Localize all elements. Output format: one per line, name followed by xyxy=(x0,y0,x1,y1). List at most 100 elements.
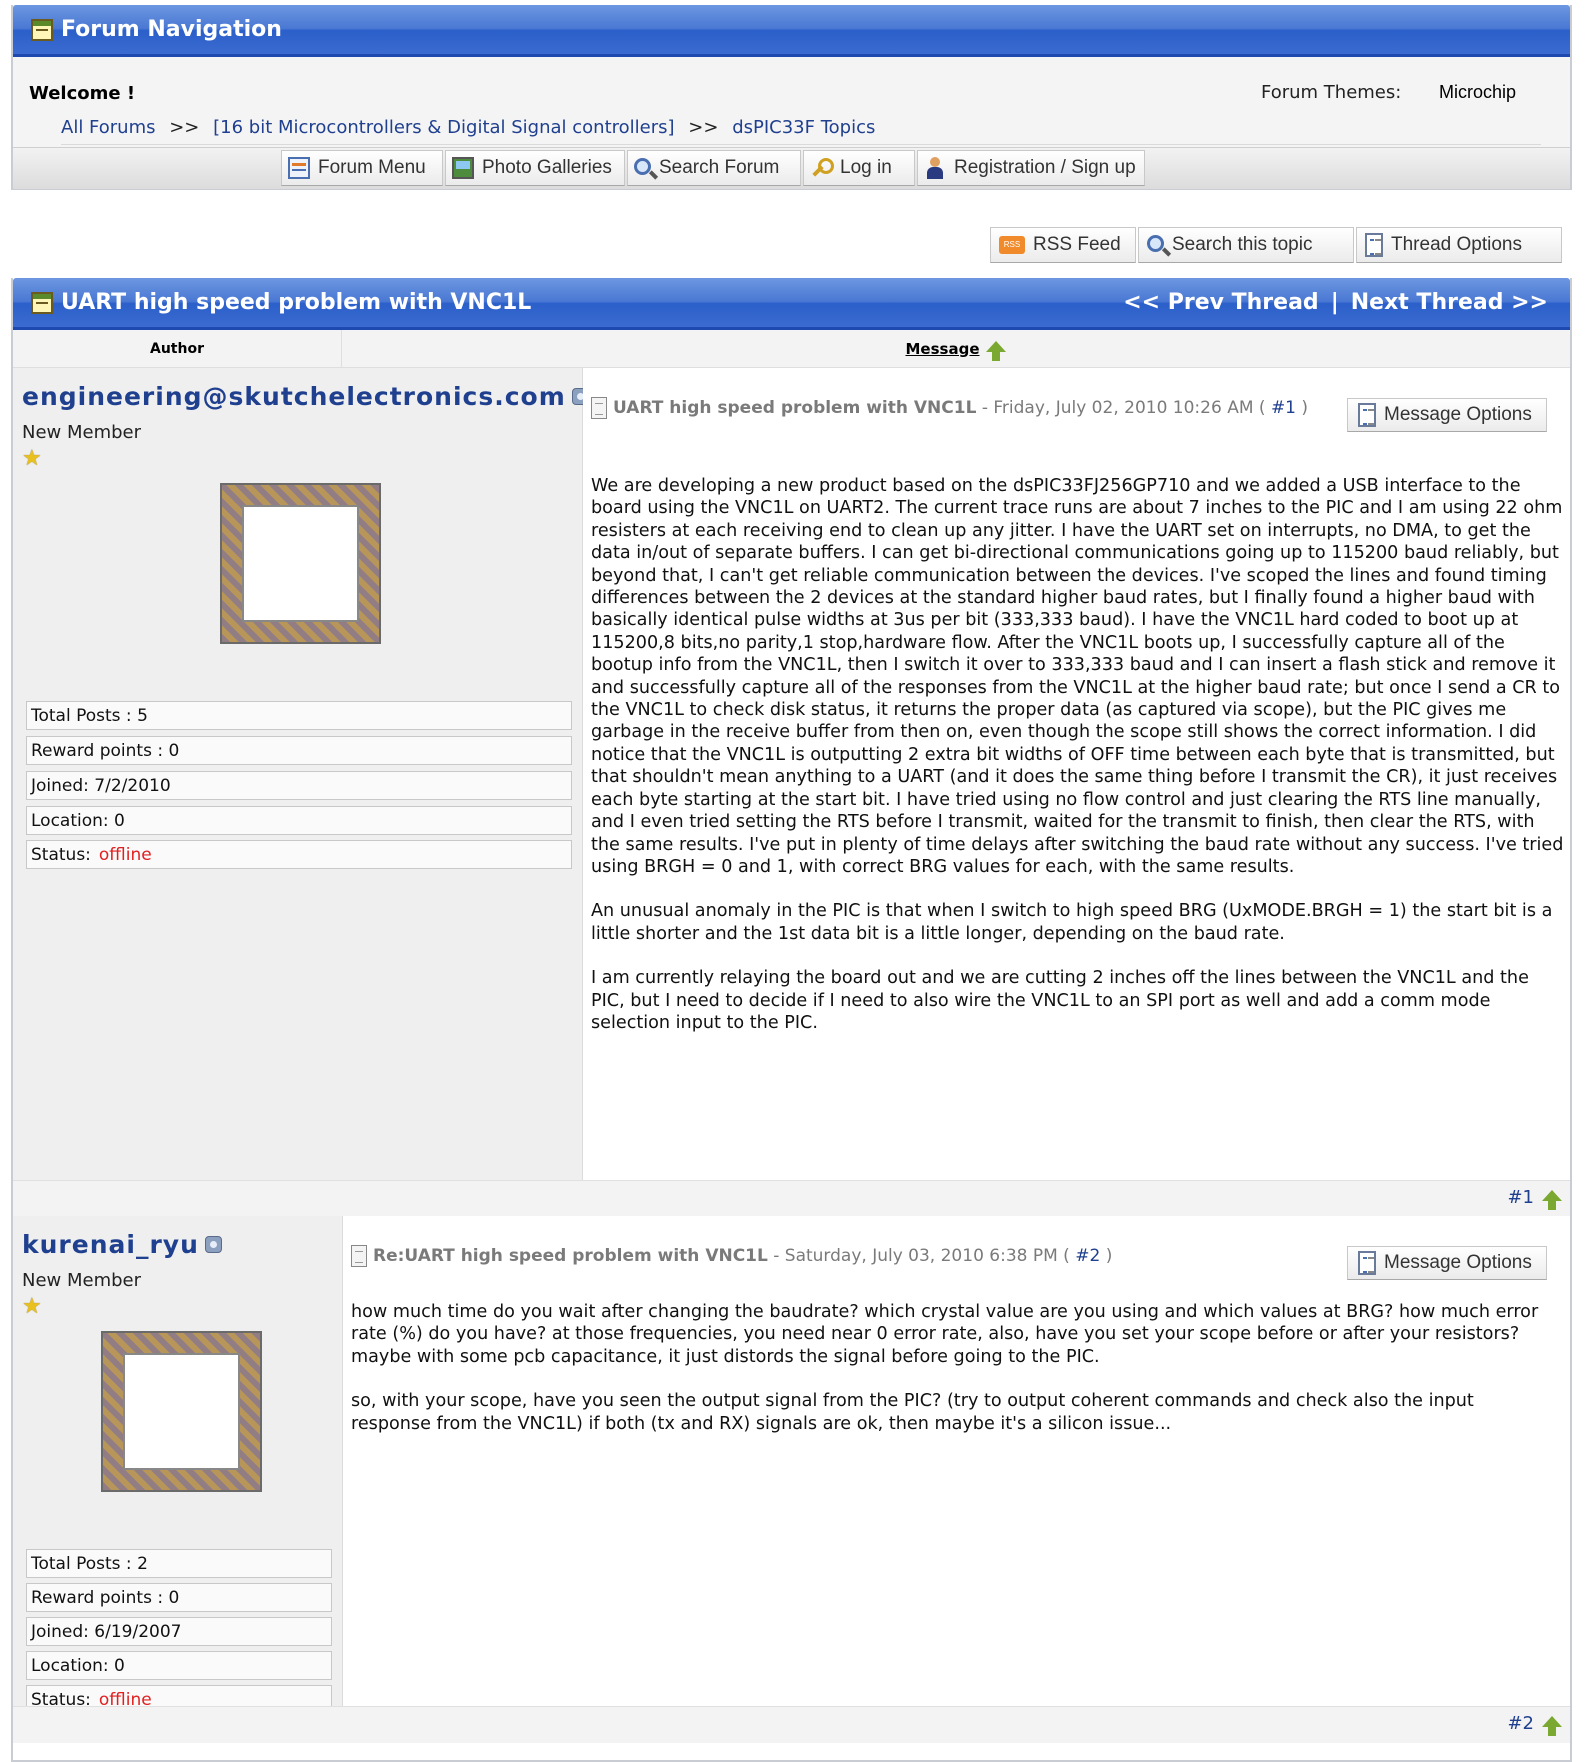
post-paragraph: We are developing a new product based on… xyxy=(591,476,1564,877)
rss-feed-label: RSS Feed xyxy=(1033,234,1121,255)
column-header: Author Message xyxy=(13,330,1570,368)
thread-titlebar: UART high speed problem with VNC1L << Pr… xyxy=(13,278,1570,330)
post-number-link[interactable]: #2 xyxy=(1075,1246,1100,1266)
message-options-label: Message Options xyxy=(1384,404,1532,425)
search-topic-button[interactable]: Search this topic xyxy=(1138,227,1354,263)
notepad-icon xyxy=(31,291,53,314)
star-icon: ★ xyxy=(22,446,42,471)
forum-navigation-panel: Forum Navigation Welcome ! Forum Themes:… xyxy=(11,5,1572,190)
breadcrumb-separator: >> xyxy=(169,117,200,138)
location: Location: 0 xyxy=(26,806,572,835)
status-offline: offline xyxy=(98,844,152,865)
reward-points: Reward points : 0 xyxy=(26,1583,332,1612)
notepad-icon xyxy=(31,18,53,41)
joined-date: Joined: 7/2/2010 xyxy=(26,771,572,800)
post-paragraph: An unusual anomaly in the PIC is that wh… xyxy=(591,901,1553,944)
forum-themes-label: Forum Themes: xyxy=(1261,82,1402,103)
avatar xyxy=(103,1333,260,1490)
post-date: - Saturday, July 03, 2010 6:38 PM ( xyxy=(767,1246,1076,1266)
author-name[interactable]: engineering@skutchelectronics.com xyxy=(22,382,589,411)
author-rank: New Member xyxy=(22,1270,142,1291)
post-subject: UART high speed problem with VNC1L xyxy=(613,398,977,418)
author-name[interactable]: kurenai_ryu xyxy=(22,1230,222,1259)
welcome-text: Welcome ! xyxy=(29,83,136,104)
forum-menu-label: Forum Menu xyxy=(318,157,426,178)
reward-points: Reward points : 0 xyxy=(26,736,572,765)
thread-navigation: << Prev Thread | Next Thread >> xyxy=(1117,290,1554,315)
breadcrumb-category[interactable]: [16 bit Microcontrollers & Digital Signa… xyxy=(213,117,674,138)
post-header: Re:UART high speed problem with VNC1L - … xyxy=(351,1244,1251,1268)
welcome-row: Welcome ! Forum Themes: Microchip xyxy=(13,57,1570,117)
post-header-close: ) xyxy=(1296,398,1309,418)
rss-icon: RSS xyxy=(999,236,1025,254)
author-name-text[interactable]: kurenai_ryu xyxy=(22,1230,199,1259)
search-forum-button[interactable]: Search Forum xyxy=(627,150,801,186)
thread-options-button[interactable]: Thread Options xyxy=(1356,227,1562,263)
rss-feed-button[interactable]: RSS RSS Feed xyxy=(990,227,1136,263)
breadcrumb-all-forums[interactable]: All Forums xyxy=(61,117,155,138)
post-footer-link[interactable]: #1 xyxy=(1507,1187,1562,1210)
thread-title: UART high speed problem with VNC1L xyxy=(61,290,532,315)
location: Location: 0 xyxy=(26,1651,332,1680)
post-header-close: ) xyxy=(1100,1246,1113,1266)
search-forum-label: Search Forum xyxy=(659,157,780,178)
photo-galleries-label: Photo Galleries xyxy=(482,157,612,178)
post-footer-link[interactable]: #2 xyxy=(1507,1713,1562,1736)
photo-gallery-icon xyxy=(452,157,474,179)
post-paragraph: I am currently relaying the board out an… xyxy=(591,968,1529,1033)
post-footer: #2 xyxy=(13,1706,1570,1743)
forum-menu-icon xyxy=(288,157,310,179)
post-author-panel: engineering@skutchelectronics.com New Me… xyxy=(13,368,589,1180)
breadcrumb-separator: >> xyxy=(688,117,719,138)
key-icon xyxy=(810,157,834,179)
up-arrow-icon xyxy=(985,341,1006,361)
status-indicator-icon xyxy=(204,1236,222,1253)
log-in-label: Log in xyxy=(840,157,892,178)
author-rank: New Member xyxy=(22,422,142,443)
message-column-header[interactable]: Message xyxy=(341,330,1570,367)
user-icon xyxy=(924,157,946,179)
post-subject: Re:UART high speed problem with VNC1L xyxy=(373,1246,768,1266)
up-arrow-icon[interactable] xyxy=(1542,1716,1562,1736)
post-number-link[interactable]: #1 xyxy=(1271,398,1296,418)
post-text: how much time do you wait after changing… xyxy=(351,1301,1551,1457)
thread-nav-divider: | xyxy=(1330,290,1339,315)
search-icon xyxy=(634,157,651,175)
joined-date: Joined: 6/19/2007 xyxy=(26,1617,332,1646)
next-thread-link[interactable]: Next Thread >> xyxy=(1351,290,1548,315)
forum-themes-select[interactable]: Microchip xyxy=(1433,79,1522,106)
message-options-button[interactable]: Message Options xyxy=(1347,1246,1547,1280)
document-icon xyxy=(591,397,607,419)
post-date: - Friday, July 02, 2010 10:26 AM ( xyxy=(976,398,1271,418)
forum-menu-button[interactable]: Forum Menu xyxy=(281,150,443,186)
photo-galleries-button[interactable]: Photo Galleries xyxy=(445,150,625,186)
options-icon xyxy=(1358,1251,1376,1275)
post-footer-number[interactable]: #1 xyxy=(1507,1187,1534,1208)
status-label: Status: xyxy=(31,844,91,865)
post-author-panel: kurenai_ryu New Member ★ Total Posts : 2… xyxy=(13,1216,343,1714)
post-footer-number[interactable]: #2 xyxy=(1507,1713,1534,1734)
post-message: Re:UART high speed problem with VNC1L - … xyxy=(343,1216,1570,1706)
author-name-text[interactable]: engineering@skutchelectronics.com xyxy=(22,382,566,411)
author-column-header: Author xyxy=(13,330,342,367)
breadcrumb-topic[interactable]: dsPIC33F Topics xyxy=(732,117,875,138)
status: Status: offline xyxy=(26,840,572,869)
forum-navigation-title: Forum Navigation xyxy=(61,17,282,42)
log-in-button[interactable]: Log in xyxy=(803,150,915,186)
message-options-label: Message Options xyxy=(1384,1252,1532,1273)
prev-thread-link[interactable]: << Prev Thread xyxy=(1123,290,1318,315)
thread-options-label: Thread Options xyxy=(1391,234,1522,255)
post-text: We are developing a new product based on… xyxy=(591,475,1566,1056)
thread-panel: UART high speed problem with VNC1L << Pr… xyxy=(11,278,1572,1762)
options-icon xyxy=(1365,233,1383,257)
forum-menu-bar: Forum Menu Photo Galleries Search Forum … xyxy=(13,147,1570,189)
star-icon: ★ xyxy=(22,1294,42,1319)
up-arrow-icon[interactable] xyxy=(1542,1190,1562,1210)
message-options-button[interactable]: Message Options xyxy=(1347,398,1547,432)
post-paragraph: how much time do you wait after changing… xyxy=(351,1302,1539,1367)
search-topic-label: Search this topic xyxy=(1172,234,1313,255)
registration-button[interactable]: Registration / Sign up xyxy=(917,150,1145,186)
breadcrumb: All Forums >> [16 bit Microcontrollers &… xyxy=(61,117,1541,145)
message-column-label: Message xyxy=(905,339,980,358)
total-posts: Total Posts : 5 xyxy=(26,701,572,730)
